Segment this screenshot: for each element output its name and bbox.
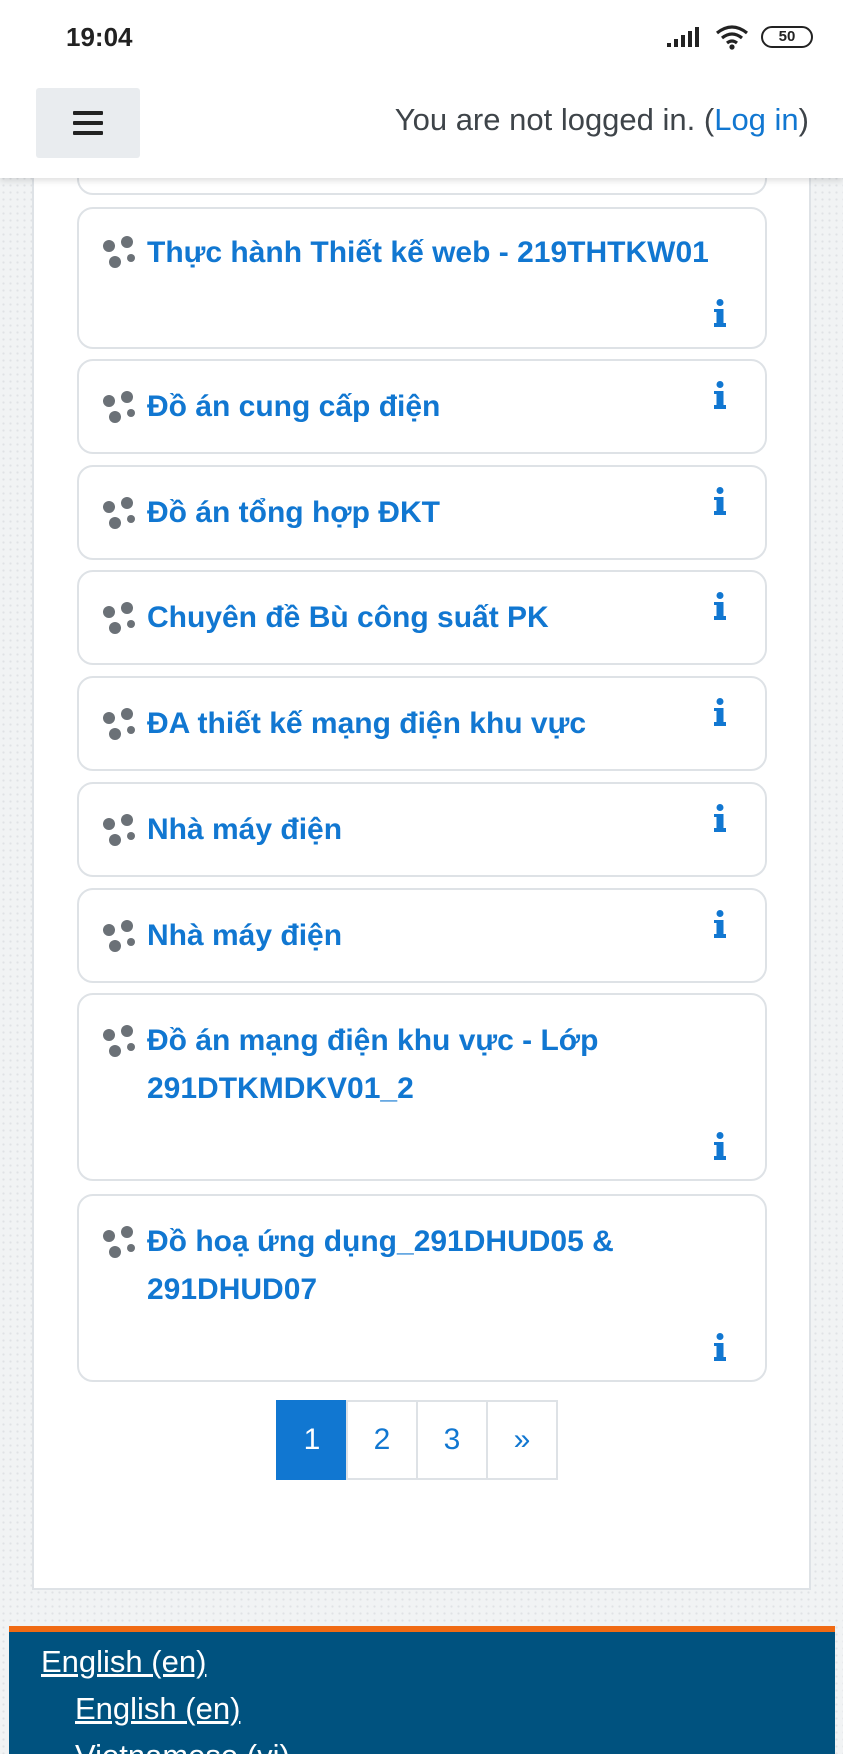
pagination: 1 2 3 »	[276, 1400, 558, 1480]
course-icon	[103, 497, 135, 529]
footer: English (en) English (en) Vietnamese (vi…	[9, 1626, 835, 1754]
course-link[interactable]: Đồ án tổng hợp ĐKT	[147, 489, 735, 537]
page-link-next[interactable]: »	[486, 1400, 558, 1480]
course-icon	[103, 1226, 135, 1258]
info-icon[interactable]	[713, 381, 727, 409]
info-icon[interactable]	[713, 487, 727, 515]
course-icon	[103, 814, 135, 846]
status-time: 19:04	[66, 21, 133, 52]
course-card: Đồ án mạng điện khu vực - Lớp 291DTKMDKV…	[77, 993, 767, 1181]
status-bar: 19:04 50	[0, 0, 843, 78]
page-link-2[interactable]: 2	[346, 1400, 418, 1480]
info-icon[interactable]	[713, 698, 727, 726]
course-link[interactable]: Nhà máy điện	[147, 806, 735, 854]
course-card: Nhà máy điện	[77, 782, 767, 877]
course-link[interactable]: ĐA thiết kế mạng điện khu vực	[147, 700, 735, 748]
language-option-en[interactable]: English (en)	[75, 1691, 240, 1727]
course-icon	[103, 708, 135, 740]
hamburger-icon-bar	[73, 131, 103, 135]
battery-icon: 50	[761, 26, 813, 48]
info-icon[interactable]	[713, 299, 727, 327]
signal-icon	[667, 27, 699, 47]
course-icon	[103, 236, 135, 268]
course-link[interactable]: Đồ hoạ ứng dụng_291DHUD05 & 291DHUD07	[147, 1218, 735, 1314]
course-icon	[103, 602, 135, 634]
login-prefix-text: You are not logged in. (	[394, 102, 715, 137]
language-menu-toggle[interactable]: English (en)	[41, 1644, 206, 1680]
course-icon	[103, 391, 135, 423]
course-card: Chuyên đề Bù công suất PK	[77, 570, 767, 665]
wifi-icon	[716, 25, 748, 50]
course-link[interactable]: Chuyên đề Bù công suất PK	[147, 594, 735, 642]
info-icon[interactable]	[713, 1333, 727, 1361]
hamburger-icon-bar	[73, 121, 103, 125]
course-icon	[103, 920, 135, 952]
page-link-1[interactable]: 1	[276, 1400, 348, 1480]
course-card: ĐA thiết kế mạng điện khu vực	[77, 676, 767, 771]
course-link[interactable]: Thực hành Thiết kế web - 219THTKW01	[147, 229, 735, 277]
course-link[interactable]: Đồ án cung cấp điện	[147, 383, 735, 431]
course-link[interactable]: Đồ án mạng điện khu vực - Lớp 291DTKMDKV…	[147, 1017, 735, 1113]
login-link[interactable]: Log in	[714, 102, 798, 137]
login-suffix-text: )	[798, 102, 809, 137]
login-info: You are not logged in. (Log in)	[395, 102, 809, 138]
info-icon[interactable]	[713, 804, 727, 832]
course-card: Đồ hoạ ứng dụng_291DHUD05 & 291DHUD07	[77, 1194, 767, 1382]
course-link[interactable]: Nhà máy điện	[147, 912, 735, 960]
course-card: Đồ án cung cấp điện	[77, 359, 767, 454]
info-icon[interactable]	[713, 910, 727, 938]
language-option-vi[interactable]: Vietnamese (vi)	[75, 1738, 290, 1754]
course-card: Thực hành Thiết kế web - 219THTKW01	[77, 207, 767, 349]
hamburger-menu-button[interactable]	[36, 88, 140, 158]
course-card: Nhà máy điện	[77, 888, 767, 983]
course-card: Đồ án tổng hợp ĐKT	[77, 465, 767, 560]
info-icon[interactable]	[713, 1132, 727, 1160]
hamburger-icon-bar	[73, 111, 103, 115]
course-icon	[103, 1025, 135, 1057]
info-icon[interactable]	[713, 592, 727, 620]
top-navbar: You are not logged in. (Log in)	[0, 78, 843, 178]
page-link-3[interactable]: 3	[416, 1400, 488, 1480]
status-icons: 50	[667, 24, 813, 50]
